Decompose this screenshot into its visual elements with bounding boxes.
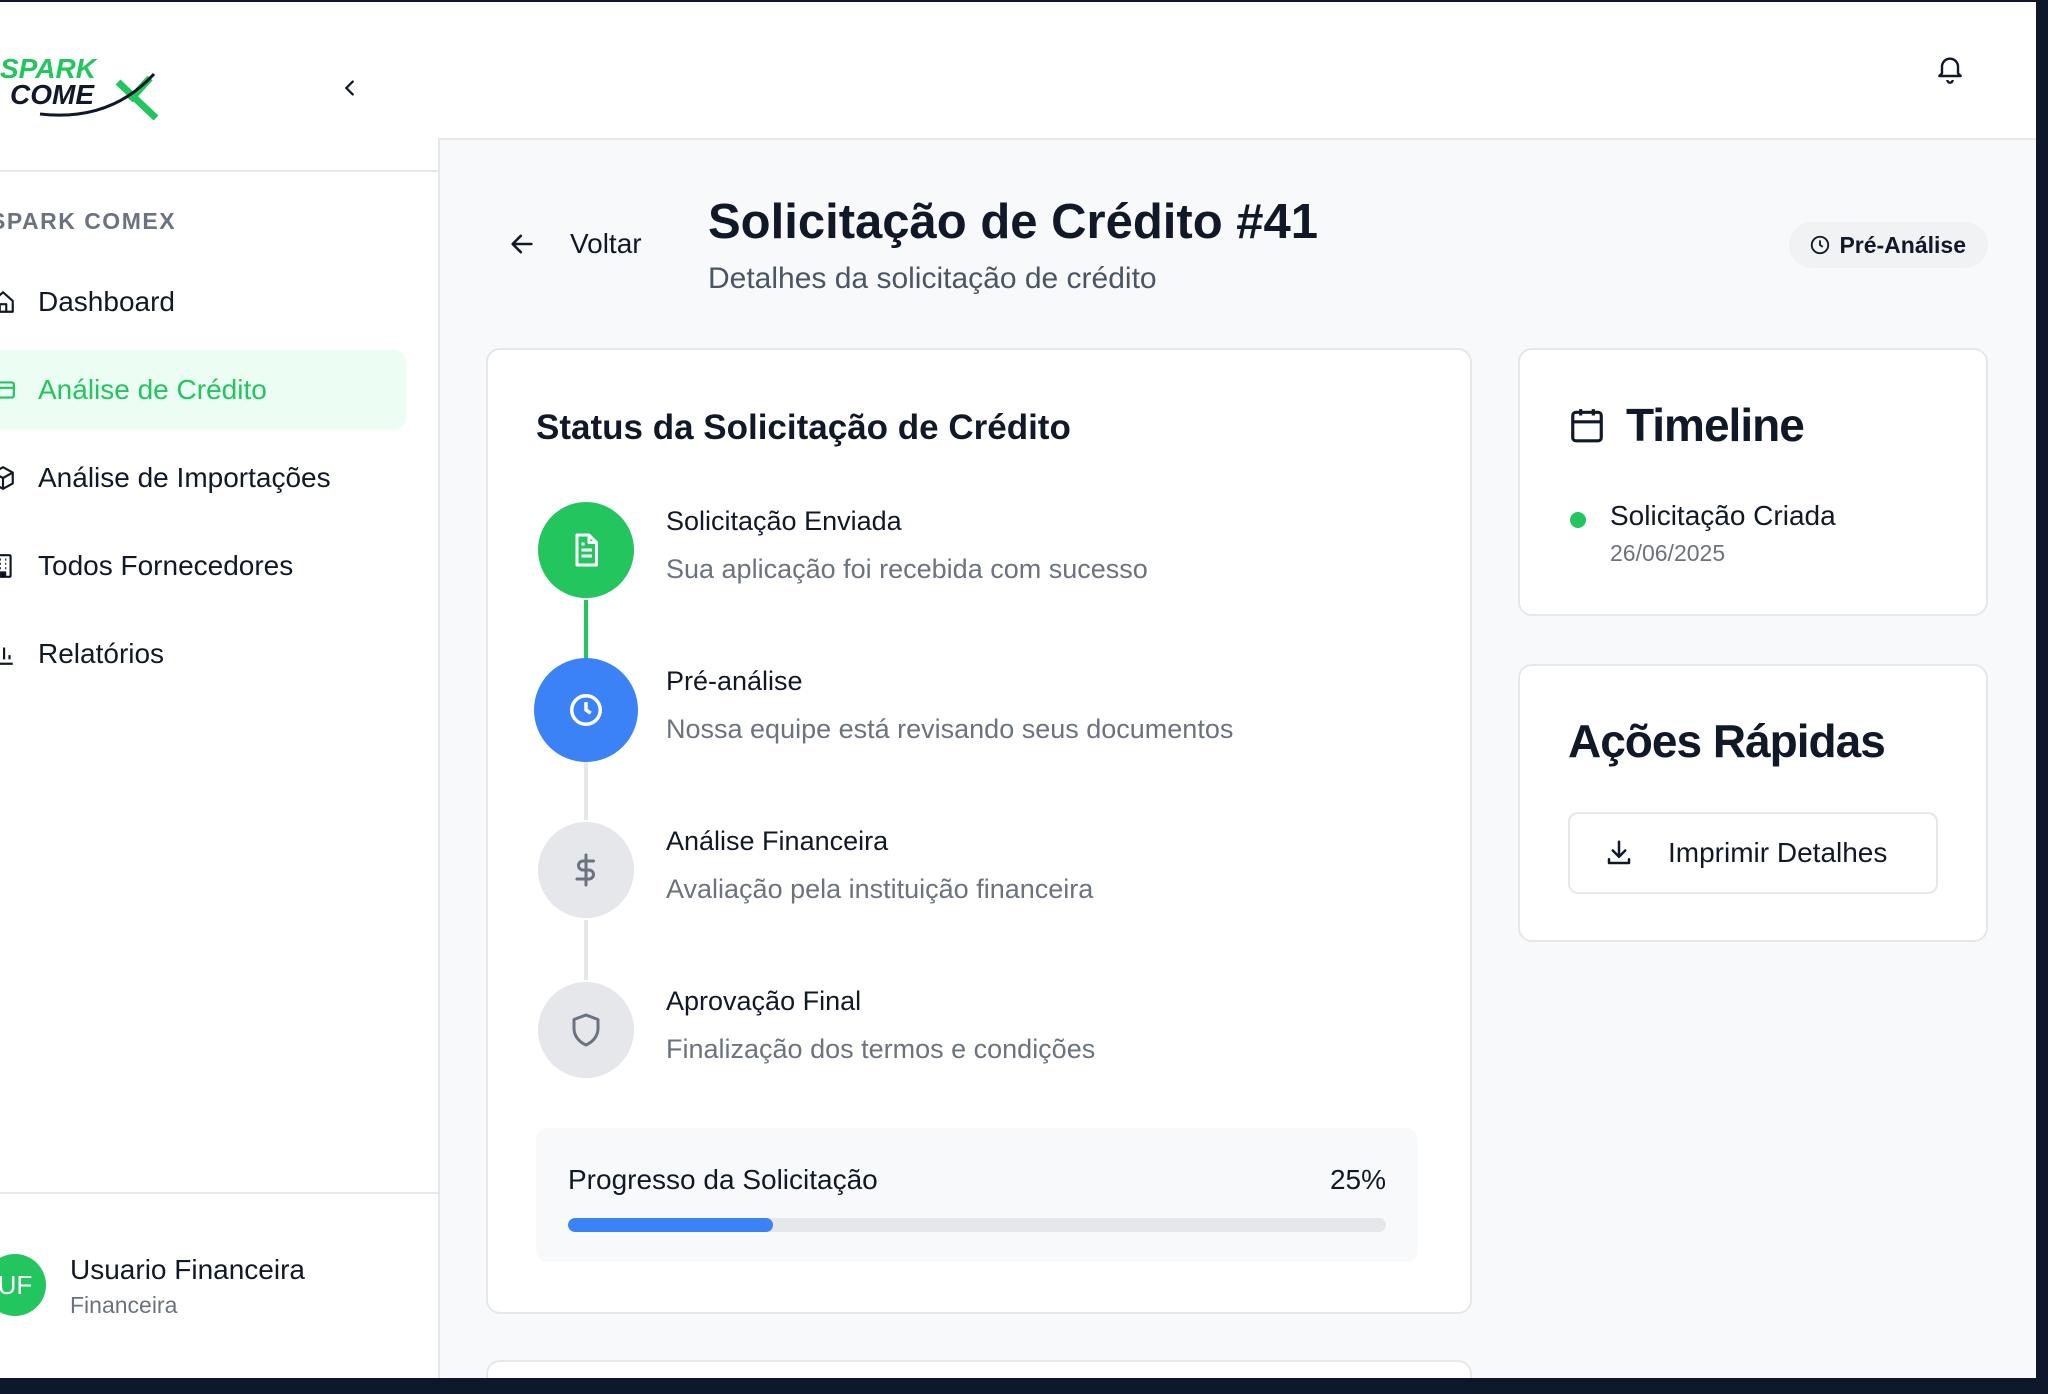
download-icon	[1607, 840, 1631, 865]
file-icon	[575, 533, 598, 567]
package-icon	[0, 464, 18, 492]
status-card: Status da Solicitação de Crédito Solicit…	[486, 348, 1472, 1314]
sidebar-item-relatorios[interactable]: Relatórios	[0, 614, 406, 694]
brand-logo[interactable]: SPARK COME	[0, 52, 160, 122]
user-name: Usuario Financeira	[70, 1254, 305, 1285]
dollar-icon	[575, 853, 595, 887]
app-window: SPARK COME SPARK COMEX Dashboard Análise…	[0, 2, 2036, 1378]
step-3-indicator	[538, 822, 634, 918]
sidebar-item-label: Relatórios	[38, 638, 165, 669]
sidebar-item-label: Análise de Importações	[38, 462, 331, 493]
timeline-event-label: Solicitação Criada	[1610, 500, 1836, 531]
progress-percent: 25%	[1329, 1164, 1386, 1195]
top-bar	[438, 2, 2036, 140]
step-connector	[584, 920, 588, 980]
timeline-dot	[1570, 512, 1586, 528]
sidebar-item-label: Análise de Crédito	[38, 374, 267, 405]
bar-chart-icon	[0, 640, 18, 668]
bell-icon	[1938, 57, 1962, 84]
progress-label: Progresso da Solicitação	[568, 1164, 878, 1195]
timeline-event-date: 26/06/2025	[1610, 540, 1726, 566]
sidebar-item-analise-credito[interactable]: Análise de Crédito	[0, 350, 406, 430]
step-connector	[584, 760, 588, 820]
back-button[interactable]: Voltar	[508, 228, 642, 260]
step-3-desc: Avaliação pela instituição financeira	[666, 874, 1094, 904]
step-4-title: Aprovação Final	[666, 986, 862, 1016]
page-title: Solicitação de Crédito #41	[708, 195, 1318, 249]
credit-card-icon	[0, 376, 18, 404]
avatar: UF	[0, 1254, 46, 1316]
shield-icon	[572, 1013, 600, 1047]
calendar-icon	[1571, 409, 1603, 443]
clock-icon	[1811, 235, 1830, 255]
step-2-indicator	[534, 658, 638, 762]
collapse-sidebar-button[interactable]	[330, 68, 370, 108]
status-badge: Pré-Análise	[1789, 222, 1988, 268]
arrow-left-icon	[511, 234, 533, 254]
step-1-desc: Sua aplicação foi recebida com sucesso	[666, 554, 1148, 584]
sidebar-section-label: SPARK COMEX	[0, 208, 177, 234]
timeline-header: Timeline	[1568, 398, 1805, 452]
sidebar-item-label: Dashboard	[38, 286, 175, 317]
home-icon	[0, 288, 18, 316]
status-badge-label: Pré-Análise	[1839, 231, 1966, 258]
step-4-indicator	[538, 982, 634, 1078]
clock-icon	[570, 694, 602, 726]
next-card	[486, 1360, 1472, 1378]
user-role: Financeira	[70, 1292, 178, 1318]
sidebar-divider	[0, 1192, 438, 1194]
svg-text:COME: COME	[10, 79, 95, 110]
sidebar-item-analise-importacoes[interactable]: Análise de Importações	[0, 438, 406, 518]
notifications-button[interactable]	[1934, 52, 1970, 88]
timeline-title: Timeline	[1626, 399, 1805, 451]
step-1-title: Solicitação Enviada	[666, 506, 902, 536]
sidebar-item-dashboard[interactable]: Dashboard	[0, 262, 406, 342]
sidebar-item-label: Todos Fornecedores	[38, 550, 294, 581]
chevron-left-icon	[344, 80, 354, 96]
timeline-card: Timeline Solicitação Criada 26/06/2025	[1518, 348, 1988, 616]
quick-actions-title: Ações Rápidas	[1568, 715, 1886, 767]
user-profile[interactable]: UF Usuario Financeira Financeira	[0, 1232, 438, 1352]
step-4-desc: Finalização dos termos e condições	[666, 1034, 1096, 1064]
step-3-title: Análise Financeira	[666, 826, 889, 856]
progress-bar-fill	[568, 1218, 773, 1232]
status-card-title: Status da Solicitação de Crédito	[536, 408, 1071, 447]
sidebar-divider	[0, 170, 438, 172]
progress-panel: Progresso da Solicitação 25%	[536, 1128, 1418, 1262]
print-details-button[interactable]: Imprimir Detalhes	[1568, 812, 1938, 894]
print-details-label: Imprimir Detalhes	[1668, 837, 1888, 868]
quick-actions-card: Ações Rápidas Imprimir Detalhes	[1518, 664, 1988, 942]
step-2-title: Pré-análise	[666, 666, 803, 696]
sidebar-item-fornecedores[interactable]: Todos Fornecedores	[0, 526, 406, 606]
progress-bar	[568, 1218, 1386, 1232]
step-1-indicator	[538, 502, 634, 598]
step-connector	[584, 600, 588, 660]
back-label: Voltar	[570, 228, 642, 259]
building-icon	[0, 552, 18, 580]
sidebar: SPARK COME SPARK COMEX Dashboard Análise…	[0, 2, 440, 1378]
step-2-desc: Nossa equipe está revisando seus documen…	[666, 714, 1234, 744]
page-subtitle: Detalhes da solicitação de crédito	[708, 262, 1157, 295]
